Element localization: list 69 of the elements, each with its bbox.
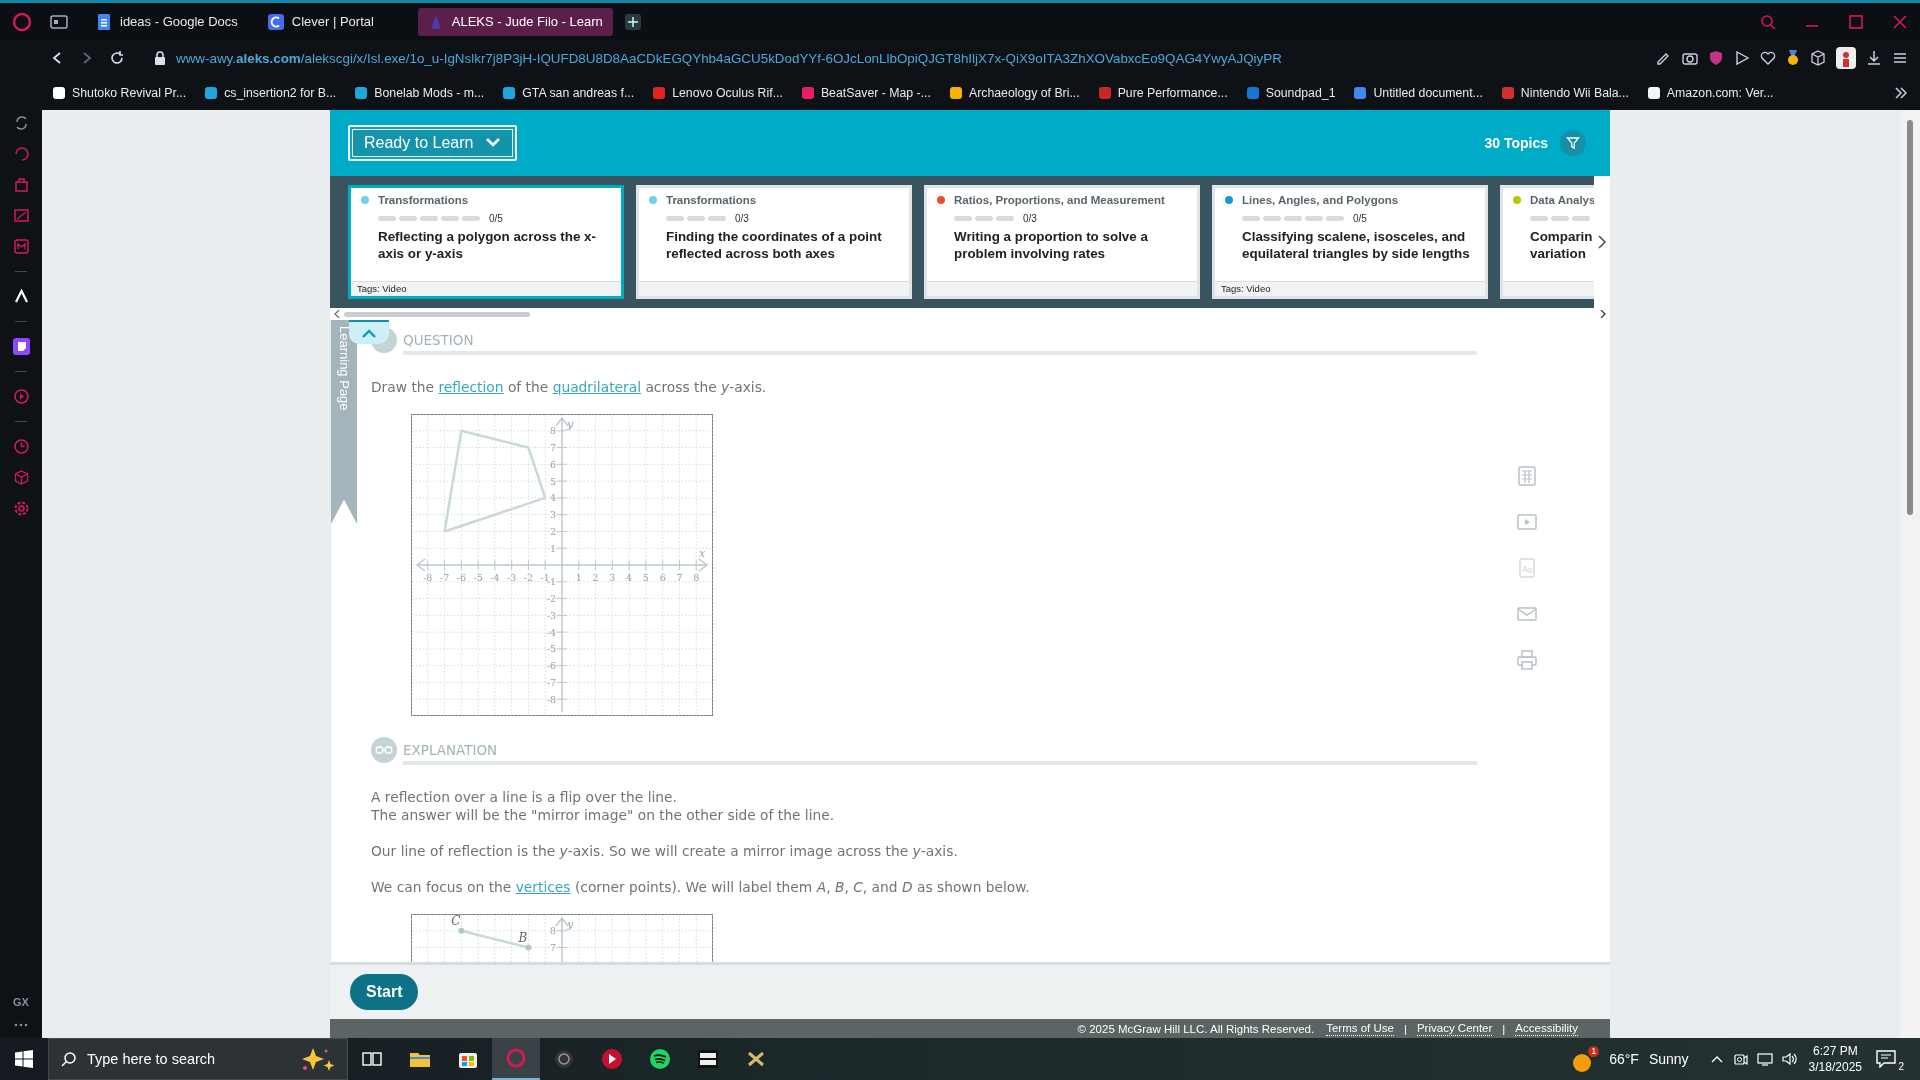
- progress-count: 0/5: [1353, 212, 1367, 224]
- tick-label: 7: [676, 572, 683, 583]
- time-text: 6:27 PM: [1812, 1043, 1858, 1059]
- tick-label: 8: [549, 925, 556, 937]
- tick-label: 2: [549, 525, 556, 537]
- question-text: Draw the reflection of the quadrilateral across the y-axis.: [371, 378, 768, 396]
- section-heading: QUESTION: [403, 325, 1477, 355]
- tick-label: 6: [549, 458, 556, 470]
- card-category: Ratios, Proportions, and Measurement: [954, 194, 1165, 206]
- card-title: Reflecting a polygon across the x-axis or y-axis: [377, 228, 598, 262]
- tick-label: -7: [546, 676, 556, 688]
- temperature-text: 66°F: [1609, 1051, 1639, 1067]
- tick-label: -7: [439, 572, 450, 583]
- card-title: Classifying scalene, isosceles, and equilateral triangles by side lengths: [1241, 228, 1471, 262]
- tick-label: -4: [546, 626, 556, 638]
- axis-label: x: [699, 547, 706, 560]
- notification-badge: 1: [1588, 1045, 1600, 1057]
- tick-label: 3: [549, 509, 556, 521]
- tick-label: 7: [549, 442, 556, 454]
- tick-label: -3: [546, 609, 556, 621]
- card-category: Transformations: [378, 194, 469, 206]
- tick-label: 8: [693, 572, 700, 583]
- gx-label: GX: [13, 996, 29, 1008]
- tick-label: -8: [423, 572, 433, 583]
- card-category: Transformations: [666, 194, 757, 206]
- axis-label: y: [567, 418, 574, 431]
- card-category: Lines, Angles, and Polygons: [1242, 194, 1399, 206]
- vertex-label: B: [518, 930, 528, 945]
- tick-label: -8: [546, 693, 556, 705]
- tick-label: 4: [626, 572, 633, 583]
- tick-label: -6: [546, 660, 556, 672]
- axis-label: y: [567, 918, 574, 931]
- tick-label: -2: [546, 593, 556, 605]
- card-title: Writing a proportion to solve a problem involving rates: [953, 228, 1149, 262]
- explanation-text: Our line of reflection is the y-axis. So we will create a mirror image across the y-axis.: [371, 842, 959, 860]
- tick-label: -4: [490, 572, 500, 583]
- progress-count: 0/3: [735, 212, 749, 224]
- tick-label: -2: [523, 572, 534, 583]
- explanation-text: A reflection over a line is a flip over the line. The answer will be the "mirror image" on the other side of the line.: [371, 788, 836, 824]
- tick-label: -3: [507, 572, 517, 583]
- tick-label: -5: [473, 572, 483, 583]
- section-heading: EXPLANATION: [403, 735, 1477, 765]
- card-title: Finding the coordinates of a point reflected across both axes: [665, 228, 883, 262]
- tick-label: 2: [592, 572, 599, 583]
- notification-count: 2: [1896, 1061, 1906, 1072]
- progress-count: 0/5: [489, 212, 503, 224]
- tick-label: 1: [549, 542, 556, 554]
- separator-text: |: [1502, 1022, 1506, 1035]
- tick-label: 4: [549, 492, 556, 504]
- tick-label: 8: [549, 425, 556, 437]
- tick-label: 5: [642, 572, 649, 583]
- weather-text: Sunny: [1648, 1051, 1689, 1067]
- tick-label: 7: [549, 942, 556, 954]
- vertex-label: C: [451, 914, 461, 928]
- explanation-text: We can focus on the vertices (corner points). We will label them A, B, C, and D as shown below.: [371, 878, 1031, 896]
- separator-text: |: [1403, 1022, 1407, 1035]
- card-tags: Tags: Video: [357, 283, 407, 294]
- progress-count: 0/3: [1023, 212, 1037, 224]
- tick-label: 1: [575, 572, 582, 583]
- tick-label: 6: [659, 572, 666, 583]
- date-text: 3/18/2025: [1808, 1059, 1862, 1075]
- copyright-text: © 2025 McGraw Hill LLC. All Rights Reserved.: [1077, 1022, 1315, 1035]
- topics-count: 30 Topics: [1484, 135, 1548, 151]
- card-tags: Tags: Video: [1221, 283, 1271, 294]
- tick-label: -6: [456, 572, 466, 583]
- tick-label: 3: [609, 572, 616, 583]
- tick-label: 5: [549, 475, 556, 487]
- tick-label: -5: [546, 643, 556, 655]
- card-title: Comparin variation: [1529, 228, 1594, 262]
